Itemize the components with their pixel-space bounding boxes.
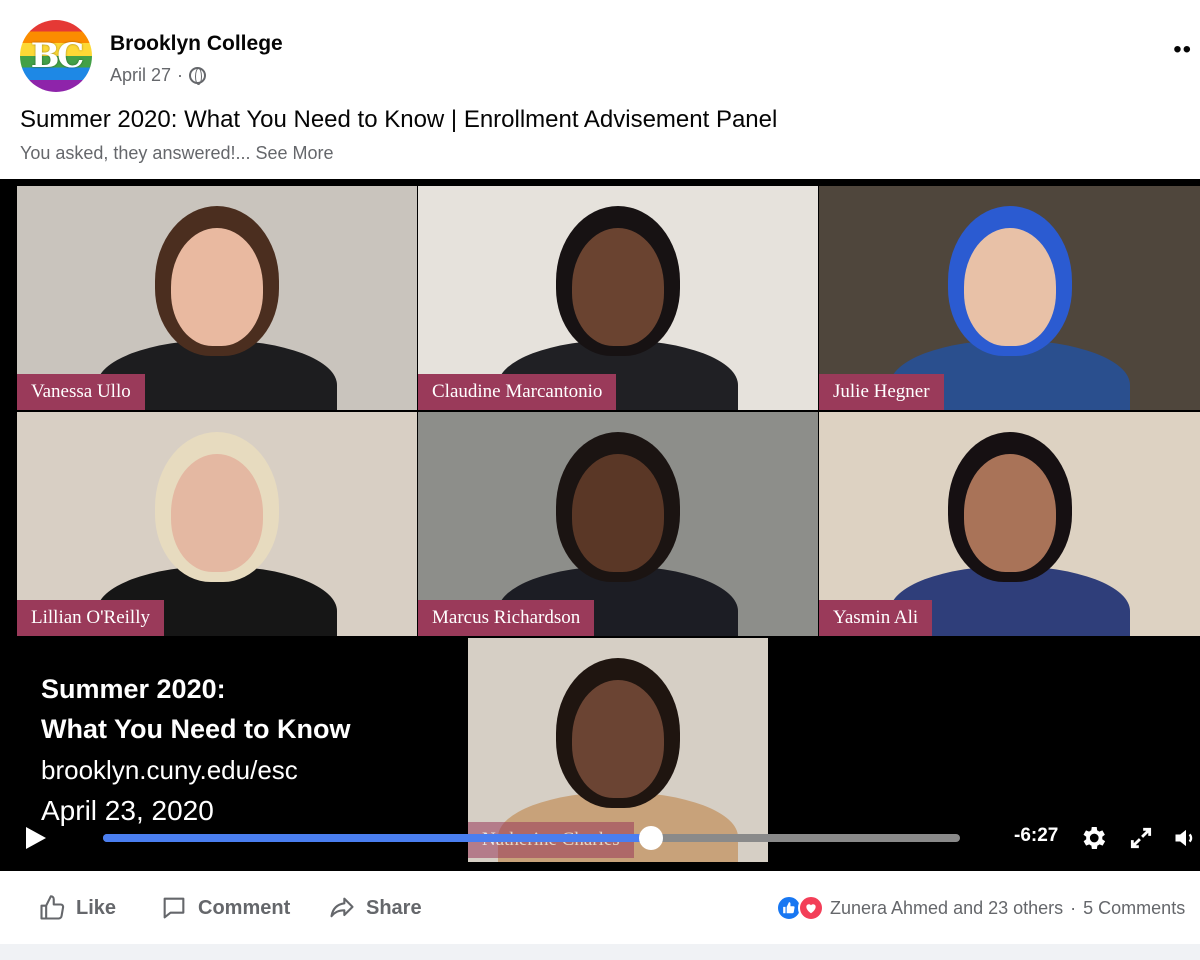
participant-tile: Julie Hegner — [819, 186, 1200, 410]
love-reaction-icon — [798, 895, 824, 921]
post-description: You asked, they answered!... See More — [20, 143, 334, 164]
post-date[interactable]: April 27 — [110, 65, 171, 86]
participant-face — [572, 454, 664, 572]
slide-line-3: brooklyn.cuny.edu/esc — [41, 755, 298, 785]
facebook-post: BC Brooklyn College April 27 · •• Summer… — [0, 0, 1200, 944]
progress-bar[interactable] — [103, 826, 960, 850]
comment-button[interactable]: Comment — [160, 880, 290, 936]
post-title: Summer 2020: What You Need to Know | Enr… — [20, 106, 778, 133]
avatar-logo-text: BC — [30, 36, 84, 76]
globe-icon — [189, 67, 207, 85]
volume-icon[interactable] — [1172, 824, 1200, 852]
participant-nametag: Marcus Richardson — [418, 600, 595, 636]
participant-nametag: Lillian O'Reilly — [17, 600, 164, 636]
title-slide: Summer 2020: What You Need to Know brook… — [41, 669, 351, 831]
video-player[interactable]: Vanessa Ullo Claudine Marcantonio Julie He… — [0, 179, 1200, 871]
meta-separator: · — [177, 65, 184, 85]
comment-icon — [163, 897, 185, 919]
participant-nametag: Claudine Marcantonio — [418, 374, 617, 410]
participant-nametag: Julie Hegner — [819, 374, 944, 410]
slide-line-2: What You Need to Know — [41, 714, 351, 744]
remaining-time: -6:27 — [1014, 825, 1059, 846]
more-options-icon[interactable]: •• — [1173, 36, 1192, 64]
participant-nametag: Vanessa Ullo — [17, 374, 145, 410]
share-icon — [330, 897, 354, 918]
post-header: BC Brooklyn College April 27 · •• — [20, 20, 1191, 92]
description-text: You asked, they answered!... — [20, 143, 251, 163]
participant-nametag: Yasmin Ali — [819, 600, 933, 636]
comment-label: Comment — [198, 896, 291, 919]
participant-face — [171, 454, 263, 572]
participant-tile: Marcus Richardson — [418, 412, 818, 636]
participant-face — [171, 228, 263, 346]
participant-face — [572, 228, 664, 346]
participant-tile: Vanessa Ullo — [17, 186, 417, 410]
fullscreen-icon[interactable] — [1128, 825, 1154, 851]
play-icon[interactable] — [26, 827, 46, 849]
participant-tile: Natherine Charles — [468, 638, 768, 862]
page-avatar[interactable]: BC — [20, 20, 92, 92]
slide-line-4: April 23, 2020 — [41, 795, 214, 826]
participant-face — [963, 454, 1056, 572]
reactions-summary[interactable]: Zunera Ahmed and 23 others · 5 Comments — [776, 880, 1185, 936]
reactions-text[interactable]: Zunera Ahmed and 23 others — [830, 898, 1063, 919]
post-actions: Like Comment Share Zunera Ahmed and 23 o… — [0, 880, 1200, 936]
like-button[interactable]: Like — [38, 880, 116, 936]
participant-face — [963, 228, 1056, 346]
like-label: Like — [76, 896, 117, 919]
participant-tile: Yasmin Ali — [819, 412, 1200, 636]
participant-face — [572, 680, 664, 798]
slide-line-1: Summer 2020: — [41, 674, 226, 704]
participant-tile: Claudine Marcantonio — [418, 186, 818, 410]
gear-icon[interactable] — [1078, 823, 1108, 853]
reactions-separator: · — [1070, 897, 1077, 918]
see-more-link[interactable]: See More — [256, 143, 334, 163]
share-button[interactable]: Share — [328, 880, 422, 936]
progress-fill — [103, 834, 652, 842]
page-name-link[interactable]: Brooklyn College — [110, 32, 283, 56]
comments-count[interactable]: 5 Comments — [1083, 898, 1185, 919]
post-meta: April 27 · — [110, 65, 207, 86]
share-label: Share — [366, 896, 422, 919]
participant-tile: Lillian O'Reilly — [17, 412, 417, 636]
thumbs-up-icon — [40, 895, 65, 920]
